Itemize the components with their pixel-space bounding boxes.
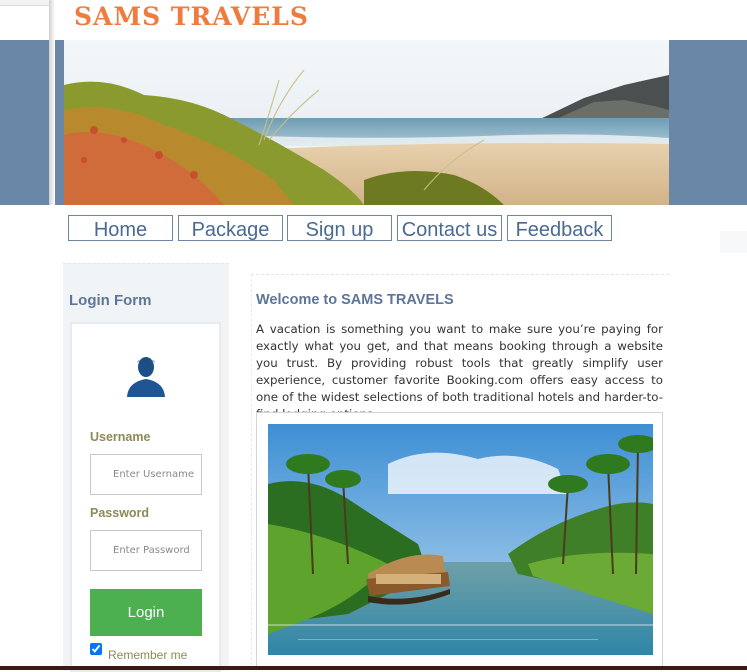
page-shadow [49,0,55,205]
remember-me: Remember me [90,643,187,662]
nav-sign-up[interactable]: Sign up [287,215,392,241]
content-paragraph: A vacation is something you want to make… [256,322,663,421]
nav-contact-us[interactable]: Contact us [397,215,502,241]
login-button[interactable]: Login [90,589,202,636]
remember-me-checkbox[interactable] [90,643,102,655]
password-label: Password [90,506,150,520]
nav-home[interactable]: Home [68,215,173,241]
login-form-title: Login Form [69,292,152,309]
nav-feedback[interactable]: Feedback [507,215,612,241]
password-input[interactable] [90,530,202,571]
user-avatar-icon [116,349,176,399]
remember-me-label[interactable]: Remember me [108,648,187,662]
site-logo[interactable]: SAMS TRAVELS [74,2,309,31]
decorative-block [720,231,747,253]
nav-package[interactable]: Package [178,215,283,241]
banner-image [64,40,669,205]
username-label: Username [90,430,151,444]
bottom-border [0,666,747,670]
houseboat-photo [268,424,653,655]
content-title: Welcome to SAMS TRAVELS [256,292,454,308]
username-input[interactable] [90,454,202,495]
